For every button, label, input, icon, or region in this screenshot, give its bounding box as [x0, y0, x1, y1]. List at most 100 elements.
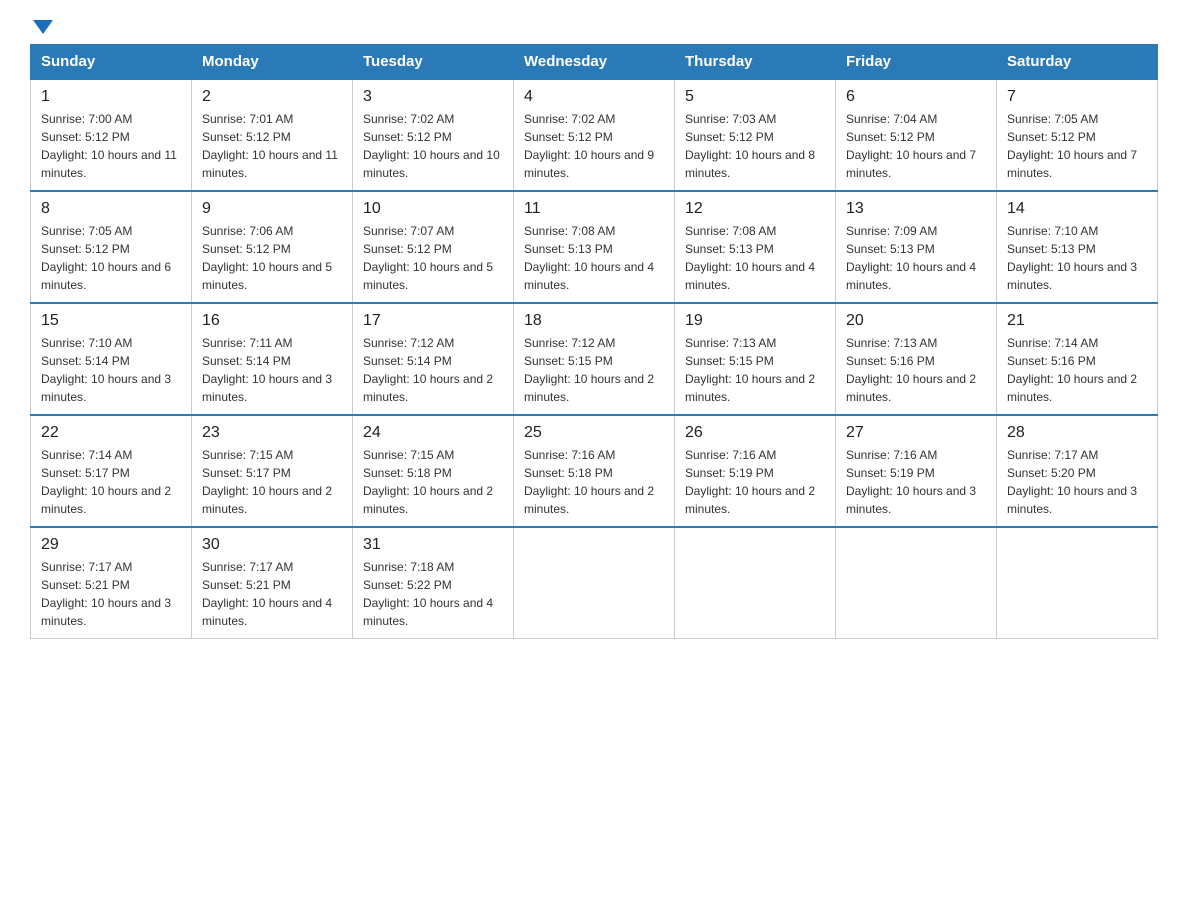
calendar-header-row: SundayMondayTuesdayWednesdayThursdayFrid…: [31, 45, 1158, 80]
day-info: Sunrise: 7:18 AMSunset: 5:22 PMDaylight:…: [363, 560, 493, 628]
day-number: 16: [202, 312, 342, 330]
day-number: 29: [41, 536, 181, 554]
day-number: 23: [202, 424, 342, 442]
logo: [30, 20, 53, 34]
col-header-friday: Friday: [836, 45, 997, 80]
day-info: Sunrise: 7:17 AMSunset: 5:21 PMDaylight:…: [202, 560, 332, 628]
calendar-cell: 1 Sunrise: 7:00 AMSunset: 5:12 PMDayligh…: [31, 79, 192, 191]
day-number: 3: [363, 88, 503, 106]
day-number: 21: [1007, 312, 1147, 330]
day-info: Sunrise: 7:04 AMSunset: 5:12 PMDaylight:…: [846, 112, 976, 180]
logo-triangle-icon: [33, 20, 53, 34]
calendar-week-row: 29 Sunrise: 7:17 AMSunset: 5:21 PMDaylig…: [31, 527, 1158, 639]
day-number: 19: [685, 312, 825, 330]
day-info: Sunrise: 7:16 AMSunset: 5:19 PMDaylight:…: [846, 448, 976, 516]
day-info: Sunrise: 7:17 AMSunset: 5:20 PMDaylight:…: [1007, 448, 1137, 516]
calendar-cell: [675, 527, 836, 639]
day-info: Sunrise: 7:10 AMSunset: 5:13 PMDaylight:…: [1007, 224, 1137, 292]
day-info: Sunrise: 7:16 AMSunset: 5:19 PMDaylight:…: [685, 448, 815, 516]
day-number: 17: [363, 312, 503, 330]
calendar-cell: 19 Sunrise: 7:13 AMSunset: 5:15 PMDaylig…: [675, 303, 836, 415]
day-info: Sunrise: 7:16 AMSunset: 5:18 PMDaylight:…: [524, 448, 654, 516]
col-header-tuesday: Tuesday: [353, 45, 514, 80]
col-header-thursday: Thursday: [675, 45, 836, 80]
day-number: 6: [846, 88, 986, 106]
day-number: 1: [41, 88, 181, 106]
calendar-cell: 7 Sunrise: 7:05 AMSunset: 5:12 PMDayligh…: [997, 79, 1158, 191]
calendar-cell: 9 Sunrise: 7:06 AMSunset: 5:12 PMDayligh…: [192, 191, 353, 303]
day-number: 18: [524, 312, 664, 330]
calendar-cell: 29 Sunrise: 7:17 AMSunset: 5:21 PMDaylig…: [31, 527, 192, 639]
day-info: Sunrise: 7:08 AMSunset: 5:13 PMDaylight:…: [524, 224, 654, 292]
day-number: 14: [1007, 200, 1147, 218]
day-info: Sunrise: 7:13 AMSunset: 5:16 PMDaylight:…: [846, 336, 976, 404]
calendar-cell: 4 Sunrise: 7:02 AMSunset: 5:12 PMDayligh…: [514, 79, 675, 191]
calendar-cell: 12 Sunrise: 7:08 AMSunset: 5:13 PMDaylig…: [675, 191, 836, 303]
day-info: Sunrise: 7:06 AMSunset: 5:12 PMDaylight:…: [202, 224, 332, 292]
day-info: Sunrise: 7:03 AMSunset: 5:12 PMDaylight:…: [685, 112, 815, 180]
calendar-cell: 27 Sunrise: 7:16 AMSunset: 5:19 PMDaylig…: [836, 415, 997, 527]
calendar-week-row: 15 Sunrise: 7:10 AMSunset: 5:14 PMDaylig…: [31, 303, 1158, 415]
day-number: 2: [202, 88, 342, 106]
day-info: Sunrise: 7:14 AMSunset: 5:17 PMDaylight:…: [41, 448, 171, 516]
calendar-cell: 2 Sunrise: 7:01 AMSunset: 5:12 PMDayligh…: [192, 79, 353, 191]
calendar-cell: 23 Sunrise: 7:15 AMSunset: 5:17 PMDaylig…: [192, 415, 353, 527]
calendar-cell: 18 Sunrise: 7:12 AMSunset: 5:15 PMDaylig…: [514, 303, 675, 415]
day-info: Sunrise: 7:00 AMSunset: 5:12 PMDaylight:…: [41, 112, 177, 180]
day-info: Sunrise: 7:05 AMSunset: 5:12 PMDaylight:…: [1007, 112, 1137, 180]
calendar-cell: 6 Sunrise: 7:04 AMSunset: 5:12 PMDayligh…: [836, 79, 997, 191]
calendar-cell: 3 Sunrise: 7:02 AMSunset: 5:12 PMDayligh…: [353, 79, 514, 191]
day-number: 12: [685, 200, 825, 218]
day-info: Sunrise: 7:02 AMSunset: 5:12 PMDaylight:…: [363, 112, 500, 180]
day-number: 31: [363, 536, 503, 554]
day-number: 10: [363, 200, 503, 218]
day-info: Sunrise: 7:12 AMSunset: 5:15 PMDaylight:…: [524, 336, 654, 404]
day-info: Sunrise: 7:07 AMSunset: 5:12 PMDaylight:…: [363, 224, 493, 292]
calendar-cell: 8 Sunrise: 7:05 AMSunset: 5:12 PMDayligh…: [31, 191, 192, 303]
calendar-cell: 30 Sunrise: 7:17 AMSunset: 5:21 PMDaylig…: [192, 527, 353, 639]
calendar-cell: 22 Sunrise: 7:14 AMSunset: 5:17 PMDaylig…: [31, 415, 192, 527]
day-number: 30: [202, 536, 342, 554]
day-number: 26: [685, 424, 825, 442]
day-info: Sunrise: 7:17 AMSunset: 5:21 PMDaylight:…: [41, 560, 171, 628]
col-header-wednesday: Wednesday: [514, 45, 675, 80]
calendar-cell: 15 Sunrise: 7:10 AMSunset: 5:14 PMDaylig…: [31, 303, 192, 415]
calendar-cell: 26 Sunrise: 7:16 AMSunset: 5:19 PMDaylig…: [675, 415, 836, 527]
calendar-cell: [997, 527, 1158, 639]
col-header-saturday: Saturday: [997, 45, 1158, 80]
day-number: 15: [41, 312, 181, 330]
day-number: 11: [524, 200, 664, 218]
day-info: Sunrise: 7:08 AMSunset: 5:13 PMDaylight:…: [685, 224, 815, 292]
day-number: 27: [846, 424, 986, 442]
calendar-cell: 25 Sunrise: 7:16 AMSunset: 5:18 PMDaylig…: [514, 415, 675, 527]
day-number: 4: [524, 88, 664, 106]
day-info: Sunrise: 7:15 AMSunset: 5:18 PMDaylight:…: [363, 448, 493, 516]
day-info: Sunrise: 7:05 AMSunset: 5:12 PMDaylight:…: [41, 224, 171, 292]
calendar-cell: 14 Sunrise: 7:10 AMSunset: 5:13 PMDaylig…: [997, 191, 1158, 303]
day-number: 24: [363, 424, 503, 442]
day-number: 25: [524, 424, 664, 442]
col-header-sunday: Sunday: [31, 45, 192, 80]
calendar-week-row: 1 Sunrise: 7:00 AMSunset: 5:12 PMDayligh…: [31, 79, 1158, 191]
calendar-cell: [836, 527, 997, 639]
day-info: Sunrise: 7:13 AMSunset: 5:15 PMDaylight:…: [685, 336, 815, 404]
day-number: 22: [41, 424, 181, 442]
day-number: 7: [1007, 88, 1147, 106]
calendar-week-row: 8 Sunrise: 7:05 AMSunset: 5:12 PMDayligh…: [31, 191, 1158, 303]
day-number: 5: [685, 88, 825, 106]
day-number: 13: [846, 200, 986, 218]
day-info: Sunrise: 7:02 AMSunset: 5:12 PMDaylight:…: [524, 112, 654, 180]
calendar-cell: 28 Sunrise: 7:17 AMSunset: 5:20 PMDaylig…: [997, 415, 1158, 527]
day-info: Sunrise: 7:15 AMSunset: 5:17 PMDaylight:…: [202, 448, 332, 516]
day-number: 20: [846, 312, 986, 330]
calendar-week-row: 22 Sunrise: 7:14 AMSunset: 5:17 PMDaylig…: [31, 415, 1158, 527]
day-info: Sunrise: 7:01 AMSunset: 5:12 PMDaylight:…: [202, 112, 338, 180]
calendar-cell: 21 Sunrise: 7:14 AMSunset: 5:16 PMDaylig…: [997, 303, 1158, 415]
day-number: 28: [1007, 424, 1147, 442]
page-header: [30, 20, 1158, 34]
calendar-cell: 31 Sunrise: 7:18 AMSunset: 5:22 PMDaylig…: [353, 527, 514, 639]
calendar-cell: 11 Sunrise: 7:08 AMSunset: 5:13 PMDaylig…: [514, 191, 675, 303]
day-info: Sunrise: 7:11 AMSunset: 5:14 PMDaylight:…: [202, 336, 332, 404]
calendar-cell: 10 Sunrise: 7:07 AMSunset: 5:12 PMDaylig…: [353, 191, 514, 303]
calendar-cell: [514, 527, 675, 639]
